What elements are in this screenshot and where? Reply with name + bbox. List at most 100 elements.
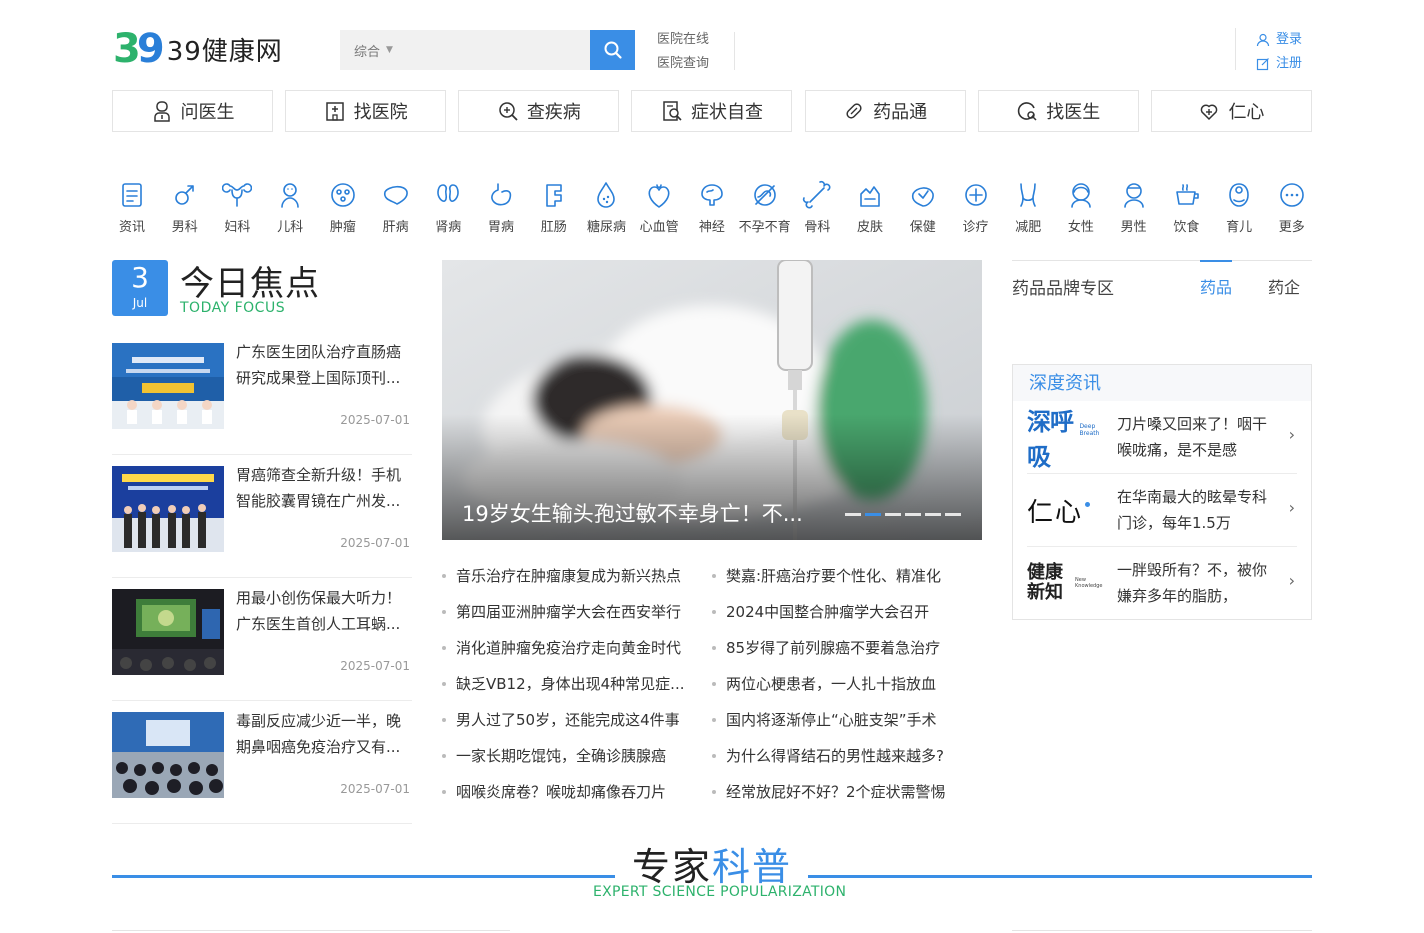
headline-link[interactable]: 咽喉炎席卷？喉咙却痛像吞刀片 (442, 774, 712, 810)
category-diabetes[interactable]: 糖尿病 (586, 180, 626, 235)
nav-label: 查疾病 (526, 102, 581, 123)
news-thumbnail (112, 466, 224, 552)
expert-title-part-b: 科普 (712, 845, 793, 889)
category-cardiovascular[interactable]: 心血管 (639, 180, 679, 235)
gynecology-icon (222, 183, 253, 207)
category-tumor[interactable]: 肿瘤 (323, 180, 363, 235)
man-icon (1123, 183, 1144, 208)
nav-check-disease[interactable]: 查疾病 (458, 90, 620, 132)
deep-breath-logo: 深呼吸 Deep Breath (1027, 408, 1107, 471)
headline-link[interactable]: 一家长期吃馄饨，全确诊胰腺癌 (442, 738, 712, 774)
category-orthopedics[interactable]: 骨科 (797, 180, 837, 235)
news-title: 用最小创伤保最大听力！广东医生首创人工耳蜗... (236, 589, 402, 633)
tab-pharma-companies[interactable]: 药企 (1268, 274, 1300, 298)
category-female[interactable]: 女性 (1061, 180, 1101, 235)
headline-link[interactable]: 为什么得肾结石的男性越来越多? (712, 738, 982, 774)
headline-link[interactable]: 85岁得了前列腺癌不要着急治疗 (712, 630, 982, 666)
category-kidney[interactable]: 肾病 (428, 180, 468, 235)
hospital-search-link[interactable]: 医院查询 (657, 52, 709, 76)
category-diagnosis[interactable]: 诊疗 (956, 180, 996, 235)
category-label: 女性 (1067, 220, 1094, 235)
category-liver[interactable]: 肝病 (376, 180, 416, 235)
focus-news-item[interactable]: 毒副反应减少近一半，晚期鼻咽癌免疫治疗又有... 2025-07-01 (112, 712, 412, 824)
category-stomach[interactable]: 胃病 (481, 180, 521, 235)
category-label: 糖尿病 (586, 220, 626, 235)
category-neurology[interactable]: 神经 (692, 180, 732, 235)
renxin-logo: 仁心 (1027, 490, 1107, 530)
carousel-dot[interactable] (925, 513, 941, 516)
focus-news-item[interactable]: 用最小创伤保最大听力！广东医生首创人工耳蜗... 2025-07-01 (112, 589, 412, 701)
category-anorectal[interactable]: 肛肠 (534, 180, 574, 235)
carousel-dot[interactable] (885, 513, 901, 516)
health-knowledge-logo-text: 健康新知 (1027, 562, 1063, 603)
carousel-dot[interactable] (845, 513, 861, 516)
category-male[interactable]: 男科 (165, 180, 205, 235)
nav-renxin[interactable]: 仁心 (1150, 90, 1312, 132)
focus-news-item[interactable]: 胃癌筛查全新升级！手机智能胶囊胃镜在广州发... 2025-07-01 (112, 466, 412, 578)
deep-news-title: 深度资讯 (1013, 365, 1311, 401)
register-link[interactable]: 注册 (1256, 52, 1302, 76)
carousel-dot[interactable] (905, 513, 921, 516)
category-infertility[interactable]: 不孕不育 (739, 180, 791, 235)
site-logo[interactable]: 39 39健康网 (113, 26, 283, 72)
nav-find-doctor[interactable]: 找医生 (977, 90, 1139, 132)
category-weight-loss[interactable]: 减肥 (1008, 180, 1048, 235)
category-news[interactable]: 资讯 (112, 180, 152, 235)
headline-link[interactable]: 音乐治疗在肿瘤康复成为新兴热点 (442, 558, 712, 594)
cardiovascular-icon (648, 184, 670, 208)
category-label: 心血管 (639, 220, 679, 235)
deep-news-item[interactable]: 健康新知 New Knowledge 一胖毁所有？不，被你嫌弃多年的脂肪， › (1027, 547, 1297, 620)
diet-icon (1176, 184, 1200, 205)
nav-ask-doctor[interactable]: 问医生 (112, 90, 273, 132)
headline-link[interactable]: 经常放屁好不好？2个症状需警惕 (712, 774, 982, 810)
focus-news-item[interactable]: 广东医生团队治疗直肠癌研究成果登上国际顶刊... 2025-07-01 (112, 343, 412, 455)
nav-find-hospital[interactable]: 找医院 (285, 90, 447, 132)
category-label: 骨科 (804, 220, 831, 235)
hospital-online-link[interactable]: 医院在线 (657, 28, 709, 52)
hero-caption[interactable]: 19岁女生输头孢过敏不幸身亡！不... (462, 498, 803, 528)
category-skin[interactable]: 皮肤 (850, 180, 890, 235)
nav-symptom-check[interactable]: 症状自查 (631, 90, 793, 132)
category-label: 男性 (1120, 220, 1147, 235)
search-button[interactable] (590, 30, 635, 70)
nav-drug[interactable]: 药品通 (804, 90, 966, 132)
deep-news-item[interactable]: 深呼吸 Deep Breath 刀片嗓又回来了！咽干喉咙痛，是不是感 › (1027, 401, 1297, 474)
headline-link[interactable]: 第四届亚洲肿瘤学大会在西安举行 (442, 594, 712, 630)
category-diet[interactable]: 饮食 (1166, 180, 1206, 235)
headline-link[interactable]: 2024中国整合肿瘤学大会召开 (712, 594, 982, 630)
category-parenting[interactable]: 育儿 (1219, 180, 1259, 235)
login-link[interactable]: 登录 (1256, 28, 1302, 52)
health-knowledge-logo-sub: New Knowledge (1075, 577, 1103, 589)
category-health-care[interactable]: 保健 (903, 180, 943, 235)
nav-label: 找医院 (353, 102, 408, 123)
tab-drugs[interactable]: 药品 (1200, 274, 1232, 298)
category-more[interactable]: 更多 (1272, 180, 1312, 235)
category-pediatrics[interactable]: 儿科 (270, 180, 310, 235)
category-label: 资讯 (118, 220, 145, 235)
news-thumbnail (112, 712, 224, 798)
logo-text: 39健康网 (166, 36, 283, 67)
date-day: 3 (131, 261, 149, 294)
nav-label: 找医生 (1046, 102, 1101, 123)
headline-link[interactable]: 消化道肿瘤免疫治疗走向黄金时代 (442, 630, 712, 666)
bottom-divider (112, 930, 510, 931)
headline-link[interactable]: 两位心梗患者，一人扎十指放血 (712, 666, 982, 702)
search-category-label: 综合 (354, 44, 381, 60)
headline-link[interactable]: 樊嘉:肝癌治疗要个性化、精准化 (712, 558, 982, 594)
stomach-icon (491, 183, 512, 206)
news-date: 2025-07-01 (340, 413, 410, 427)
main-nav: 问医生 找医院 查疾病 症状自查 药品通 找医生 仁心 (112, 90, 1312, 132)
caret-down-icon: ▼ (386, 45, 393, 55)
category-man[interactable]: 男性 (1114, 180, 1154, 235)
category-gynecology[interactable]: 妇科 (217, 180, 257, 235)
headline-link[interactable]: 国内将逐渐停止“心脏支架”手术 (712, 702, 982, 738)
headline-link[interactable]: 缺乏VB12，身体出现4种常见症... (442, 666, 712, 702)
deep-news-text: 一胖毁所有？不，被你嫌弃多年的脂肪， (1117, 561, 1267, 605)
category-label: 肛肠 (540, 220, 567, 235)
health-knowledge-logo: 健康新知 New Knowledge (1027, 563, 1107, 603)
carousel-dot-active[interactable] (865, 513, 881, 516)
carousel-dot[interactable] (945, 513, 961, 516)
headline-link[interactable]: 男人过了50岁，还能完成这4件事 (442, 702, 712, 738)
deep-news-item[interactable]: 仁心 在华南最大的眩晕专科门诊，每年1.5万 › (1027, 474, 1297, 547)
search-category-select[interactable]: 综合 ▼ (340, 30, 590, 70)
